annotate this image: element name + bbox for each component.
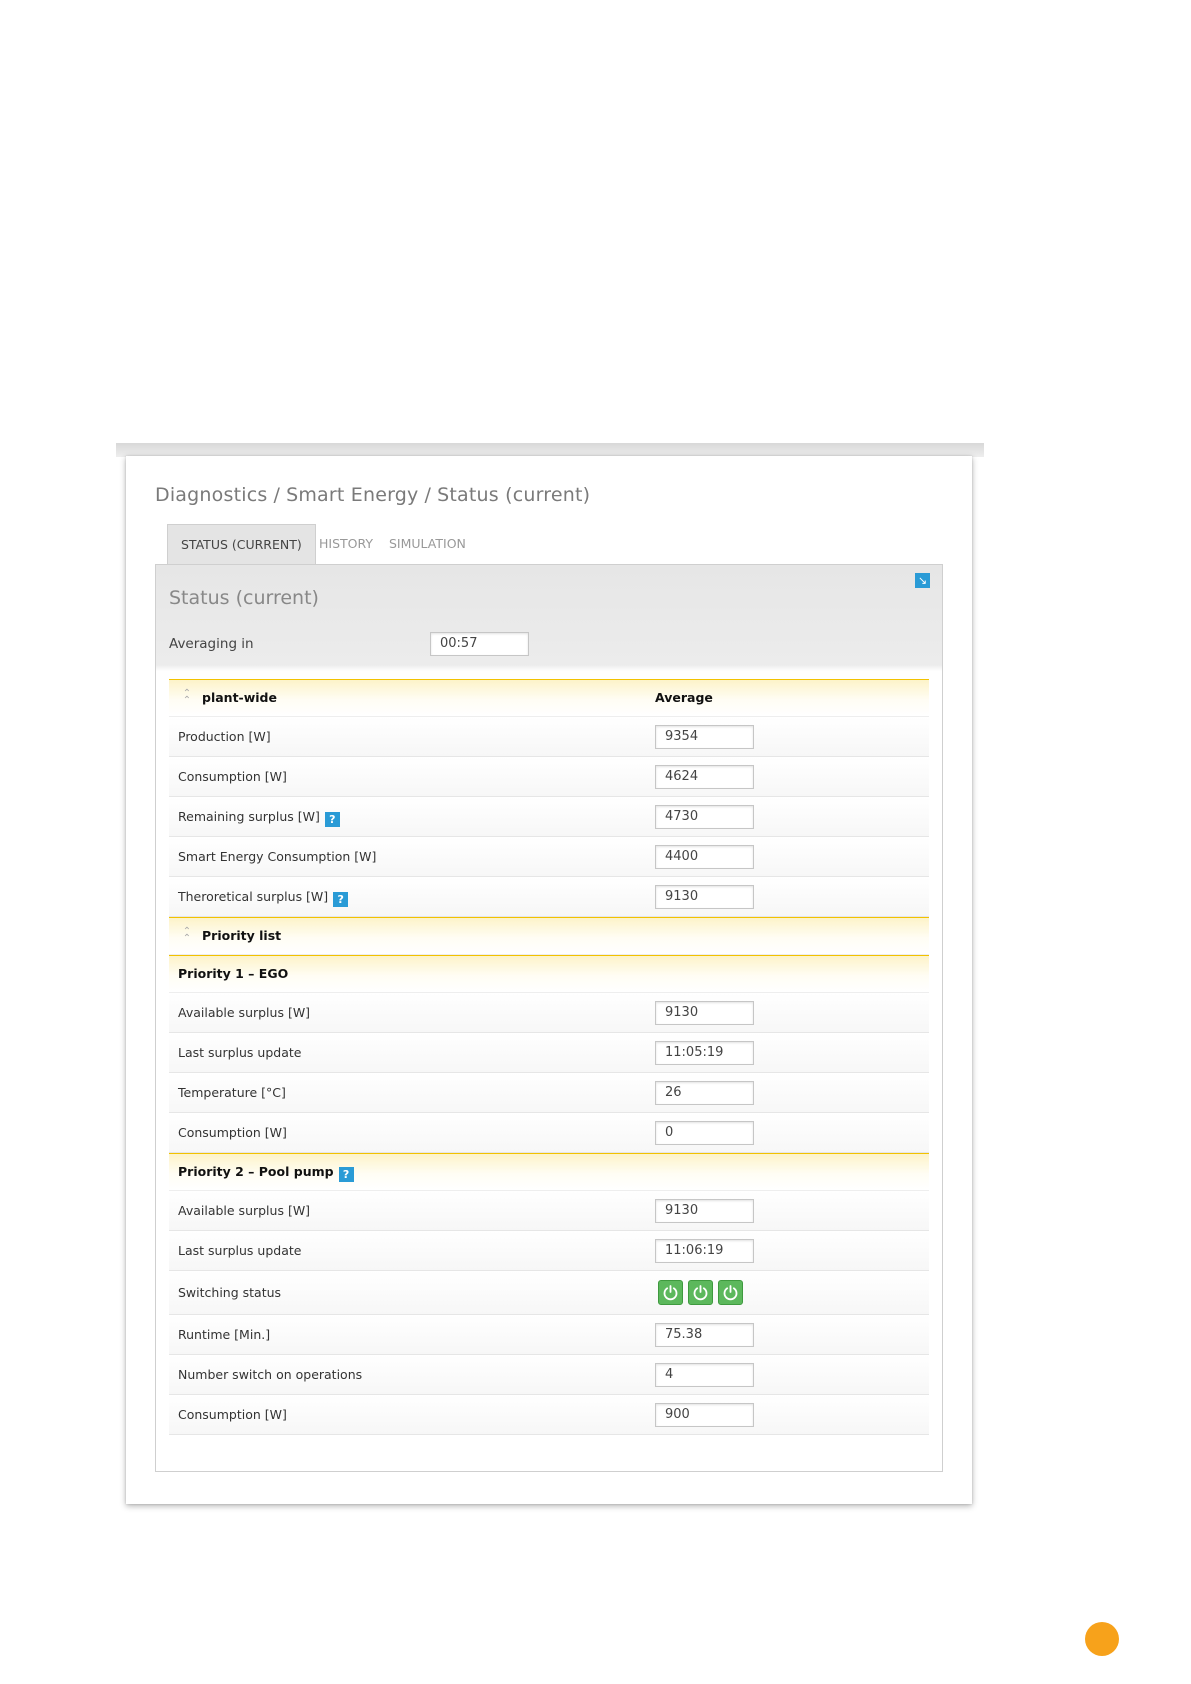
breadcrumb-smart-energy[interactable]: Smart Energy [286,484,418,506]
value-field: 9354 [655,725,754,749]
table-row: Last surplus update 11:05:19 [169,1033,929,1073]
value-field: 26 [655,1081,754,1105]
table-row: Available surplus [W] 9130 [169,1191,929,1231]
table-row: Consumption [W] 0 [169,1113,929,1153]
row-label: Available surplus [W] [178,1005,311,1020]
card-top-shadow [116,443,984,457]
table-row: Last surplus update 11:06:19 [169,1231,929,1271]
value-field: 11:05:19 [655,1041,754,1065]
row-label: Available surplus [W] [178,1203,311,1218]
collapse-icon[interactable]: ⌃ ⌃ [181,689,193,706]
table-row: Temperature [°C] 26 [169,1073,929,1113]
row-label: Consumption [W] [178,769,287,784]
row-label: Smart Energy Consumption [W] [178,849,377,864]
breadcrumb: Diagnostics / Smart Energy / Status (current… [155,484,591,506]
section-label: Priority list [202,928,282,943]
panel-title: Status (current) [169,587,319,609]
value-field: 9130 [655,885,754,909]
tab-simulation[interactable]: SIMULATION [389,524,466,564]
power-icon[interactable] [718,1280,743,1305]
value-field: 11:06:19 [655,1239,754,1263]
section-plant-wide[interactable]: ⌃ ⌃ plant-wide Average [169,679,929,717]
help-icon[interactable]: ? [338,1167,354,1182]
section-priority-list[interactable]: ⌃ ⌃ Priority list [169,917,929,955]
status-table: ⌃ ⌃ plant-wide Average Production [W] 935… [169,679,929,1435]
table-row: Theroretical surplus [W]? 9130 [169,877,929,917]
value-field: 4624 [655,765,754,789]
row-label: Consumption [W] [178,1407,287,1422]
table-row: Consumption [W] 4624 [169,757,929,797]
priority-label: Priority 2 – Pool pump? [178,1154,354,1190]
smart-energy-window: Diagnostics / Smart Energy / Status (current… [126,456,972,1504]
row-label: Remaining surplus [W]? [178,797,340,837]
help-icon[interactable]: ? [324,812,340,827]
row-label-text: Remaining surplus [W] [178,809,320,824]
row-label: Last surplus update [178,1243,302,1258]
value-field: 9130 [655,1001,754,1025]
breadcrumb-status-current: Status (current) [437,484,591,506]
priority-2-header: Priority 2 – Pool pump? [169,1153,929,1191]
tab-status-current[interactable]: STATUS (CURRENT) [167,524,316,566]
table-row: Runtime [Min.] 75.38 [169,1315,929,1355]
help-icon[interactable]: ? [333,892,349,907]
value-field: 4 [655,1363,754,1387]
priority-1-header: Priority 1 – EGO [169,955,929,993]
row-label: Theroretical surplus [W]? [178,877,349,917]
table-row: Available surplus [W] 9130 [169,993,929,1033]
averaging-label: Averaging in [169,636,254,652]
table-row: Smart Energy Consumption [W] 4400 [169,837,929,877]
power-icon[interactable] [658,1280,683,1305]
collapse-icon[interactable]: ⌃ ⌃ [181,927,193,944]
section-label: plant-wide [202,690,277,705]
row-label: Temperature [°C] [178,1085,286,1100]
status-panel: ↘ Status (current) Averaging in 00:57 ⌃ ⌃… [155,564,943,1472]
row-label: Last surplus update [178,1045,302,1060]
page-marker-dot [1085,1622,1119,1656]
expand-icon[interactable]: ↘ [915,573,930,588]
table-row: Number switch on operations 4 [169,1355,929,1395]
value-field: 9130 [655,1199,754,1223]
table-row: Production [W] 9354 [169,717,929,757]
value-field: 900 [655,1403,754,1427]
breadcrumb-diagnostics[interactable]: Diagnostics [155,484,267,506]
power-icon[interactable] [688,1280,713,1305]
row-label: Production [W] [178,729,271,744]
table-row: Consumption [W] 900 [169,1395,929,1435]
row-label: Number switch on operations [178,1367,363,1382]
column-header-average: Average [655,690,713,705]
priority-label-text: Priority 2 – Pool pump [178,1164,334,1179]
averaging-field: 00:57 [430,632,529,656]
value-field: 75.38 [655,1323,754,1347]
value-field: 0 [655,1121,754,1145]
table-row: Remaining surplus [W]? 4730 [169,797,929,837]
priority-label: Priority 1 – EGO [178,966,289,981]
row-label: Consumption [W] [178,1125,287,1140]
row-label: Switching status [178,1285,282,1300]
value-field: 4730 [655,805,754,829]
value-field: 4400 [655,845,754,869]
row-label: Runtime [Min.] [178,1327,271,1342]
row-label-text: Theroretical surplus [W] [178,889,329,904]
table-row: Switching status [169,1271,929,1315]
tab-history[interactable]: HISTORY [319,524,373,564]
